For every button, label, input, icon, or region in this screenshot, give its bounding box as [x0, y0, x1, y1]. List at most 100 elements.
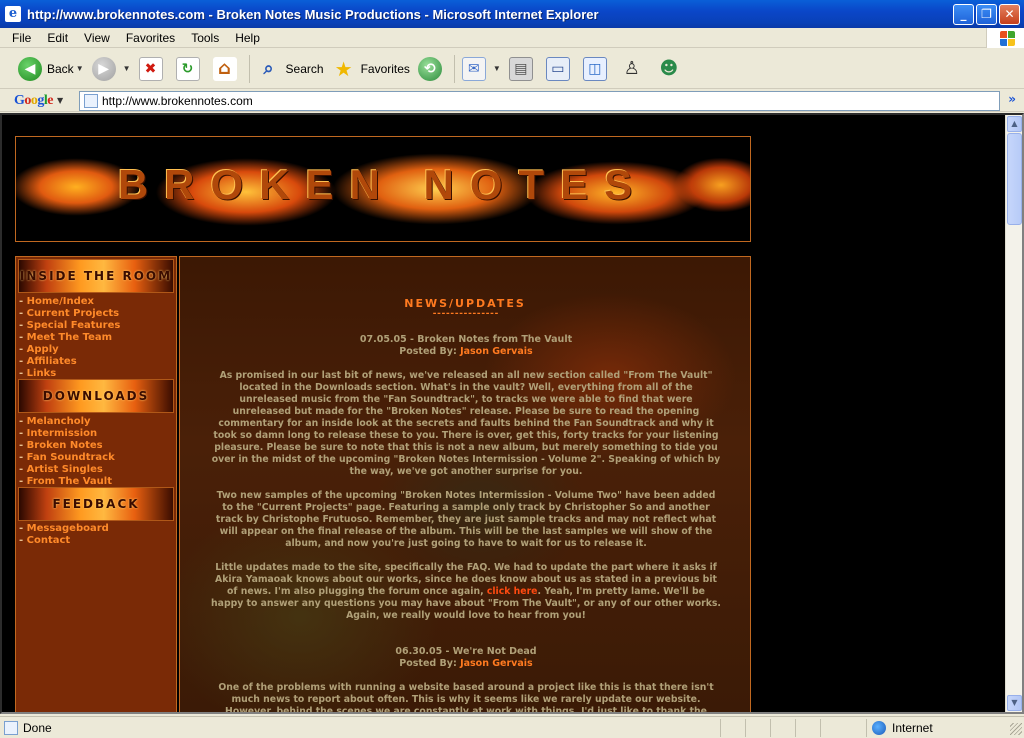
menu-favorites[interactable]: Favorites [118, 31, 183, 45]
menu-file[interactable]: File [0, 31, 39, 45]
scrollbar-thumb[interactable] [1007, 133, 1022, 225]
restore-button[interactable]: ❐ [976, 3, 997, 25]
author-link[interactable]: Jason Gervais [460, 346, 533, 357]
nav-link-apply[interactable]: - Apply [19, 344, 175, 356]
star-icon: ★ [334, 56, 353, 81]
status-divider [720, 719, 721, 737]
news-title-underline: --------------- [431, 309, 499, 319]
status-bar: Done Internet [0, 716, 1024, 738]
back-button[interactable]: ◀ Back ▼ [14, 52, 88, 86]
section-header-feedback: FEEDBACK [18, 487, 174, 521]
search-button[interactable]: ⌕ Search [253, 52, 328, 86]
post-paragraph: As promised in our last bit of news, we'… [211, 370, 721, 477]
print-button[interactable]: ▤ [505, 52, 542, 86]
section-header-inside-the-room: INSIDE THE ROOM [18, 259, 174, 293]
status-divider [820, 719, 821, 737]
nav-link-meet-the-team[interactable]: - Meet The Team [19, 332, 175, 344]
history-icon: ⟲ [417, 56, 442, 81]
post-heading: 07.05.05 - Broken Notes from The Vault [359, 334, 573, 345]
page-icon [4, 720, 18, 735]
search-icon: ⌕ [263, 58, 274, 79]
mail-button[interactable]: ✉ ▼ [458, 52, 505, 86]
chevron-down-icon[interactable]: ▼ [76, 64, 84, 73]
edit-button[interactable]: ▭ [542, 52, 579, 86]
nav-link-fan-soundtrack[interactable]: - Fan Soundtrack [19, 452, 175, 464]
menu-view[interactable]: View [76, 31, 118, 45]
refresh-button[interactable]: ↻ [172, 52, 209, 86]
vertical-scrollbar[interactable]: ▲ ▼ [1005, 115, 1022, 712]
back-label: Back [47, 61, 74, 76]
ie-icon: e [5, 6, 21, 22]
nav-list-downloads: - Melancholy - Intermission - Broken Not… [19, 416, 175, 488]
nav-list-feedback: - Messageboard - Contact [19, 523, 175, 547]
status-divider [745, 719, 746, 737]
home-icon: ⌂ [212, 56, 237, 81]
scroll-up-icon[interactable]: ▲ [1007, 116, 1022, 132]
discuss-button[interactable]: ◫ [579, 52, 616, 86]
home-button[interactable]: ⌂ [209, 52, 246, 86]
post-paragraph: Two new samples of the upcoming "Broken … [215, 490, 717, 549]
chevron-down-icon[interactable]: ▼ [123, 64, 131, 73]
nav-link-contact[interactable]: - Contact [19, 535, 175, 547]
resize-grip[interactable] [1010, 723, 1022, 735]
nav-link-broken-notes[interactable]: - Broken Notes [19, 440, 175, 452]
nav-link-current-projects[interactable]: - Current Projects [19, 308, 175, 320]
stop-icon: ✖ [138, 56, 163, 81]
forward-button[interactable]: ▶ ▼ [88, 52, 135, 86]
post-heading: 06.30.05 - We're Not Dead [395, 646, 537, 657]
search-label: Search [285, 61, 324, 76]
title-bar[interactable]: e http://www.brokennotes.com - Broken No… [0, 0, 1024, 28]
nav-link-messageboard[interactable]: - Messageboard [19, 523, 175, 535]
minimize-button[interactable]: _ [953, 3, 974, 25]
news-content: NEWS/UPDATES --------------- 07.05.05 - … [179, 256, 751, 714]
address-input[interactable]: http://www.brokennotes.com [79, 91, 1000, 111]
refresh-icon: ↻ [175, 56, 200, 81]
site-banner: BROKEN NOTES [15, 136, 751, 242]
nav-link-artist-singles[interactable]: - Artist Singles [19, 464, 175, 476]
address-url: http://www.brokennotes.com [102, 94, 253, 108]
messenger-button[interactable]: ☻ [653, 52, 690, 86]
menu-help[interactable]: Help [227, 31, 268, 45]
messenger-icon: ☻ [659, 58, 679, 79]
scroll-down-icon[interactable]: ▼ [1007, 695, 1022, 711]
section-header-downloads: DOWNLOADS [18, 379, 174, 413]
chevron-down-icon[interactable]: ▼ [57, 96, 63, 105]
status-divider [770, 719, 771, 737]
favorites-button[interactable]: ★ Favorites [328, 52, 414, 86]
window-title: http://www.brokennotes.com - Broken Note… [27, 6, 599, 22]
page-viewport[interactable]: BROKEN NOTES INSIDE THE ROOM - Home/Inde… [0, 113, 1024, 714]
nav-link-affiliates[interactable]: - Affiliates [19, 356, 175, 368]
toolbar-divider [453, 54, 455, 83]
nav-link-special-features[interactable]: - Special Features [19, 320, 175, 332]
forum-link[interactable]: click here [487, 586, 538, 597]
history-button[interactable]: ⟲ [414, 52, 451, 86]
mail-icon: ✉ [461, 56, 486, 81]
menu-tools[interactable]: Tools [183, 31, 227, 45]
stop-button[interactable]: ✖ [135, 52, 172, 86]
left-navigation: INSIDE THE ROOM - Home/Index - Current P… [15, 256, 177, 712]
menu-edit[interactable]: Edit [39, 31, 76, 45]
forward-arrow-icon: ▶ [91, 56, 116, 81]
post-paragraph: Little updates made to the site, specifi… [211, 562, 721, 621]
zone-label: Internet [892, 721, 933, 735]
research-button[interactable]: ♙ [616, 52, 653, 86]
close-button[interactable]: ✕ [999, 3, 1020, 25]
status-divider [795, 719, 796, 737]
favorites-label: Favorites [360, 61, 410, 76]
toolbar-overflow-button[interactable]: » [1008, 92, 1016, 106]
page-icon [84, 94, 98, 108]
menu-bar: File Edit View Favorites Tools Help [0, 28, 1024, 48]
browser-window: e http://www.brokennotes.com - Broken No… [0, 0, 1024, 738]
chevron-down-icon[interactable]: ▼ [493, 64, 501, 73]
nav-link-melancholy[interactable]: - Melancholy [19, 416, 175, 428]
post-paragraph: One of the problems with running a websi… [218, 682, 714, 714]
post-byline: Posted By: Jason Gervais [399, 346, 533, 357]
windows-logo-icon [986, 28, 1024, 48]
person-icon: ♙ [623, 58, 640, 79]
nav-link-home[interactable]: - Home/Index [19, 296, 175, 308]
toolbar: ◀ Back ▼ ▶ ▼ ✖ ↻ ⌂ ⌕ Search ★ Favorites … [0, 49, 1024, 89]
author-link[interactable]: Jason Gervais [460, 658, 533, 669]
nav-link-intermission[interactable]: - Intermission [19, 428, 175, 440]
nav-list-inside-the-room: - Home/Index - Current Projects - Specia… [19, 296, 175, 380]
google-toolbar-logo[interactable]: Google [14, 93, 53, 109]
